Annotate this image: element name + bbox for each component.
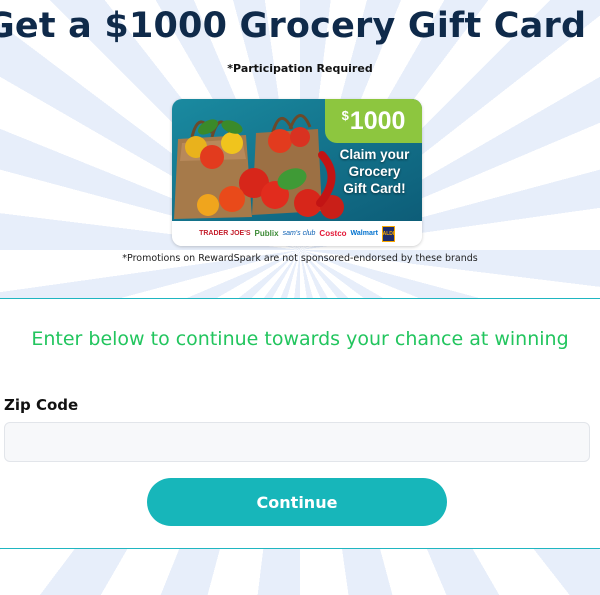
- brand-publix-logo: Publix: [254, 229, 279, 238]
- claim-line-3: Gift Card!: [343, 181, 406, 196]
- brands-disclaimer: *Promotions on RewardSpark are not spons…: [122, 253, 478, 264]
- gift-card-amount-badge: $1000: [325, 99, 422, 143]
- continue-button[interactable]: Continue: [147, 478, 447, 526]
- gift-card-image: $1000 Claim your Grocery Gift Card! TRAD…: [172, 99, 422, 246]
- zip-code-input[interactable]: [4, 422, 590, 462]
- brand-logos-strip: TRADER JOE'S Publix sam's club Costco Wa…: [172, 221, 422, 246]
- brand-trader-joes-logo: TRADER JOE'S: [199, 230, 251, 237]
- brand-aldi-logo: ALDI: [381, 225, 395, 242]
- participation-note: *Participation Required: [227, 62, 373, 75]
- currency-symbol: $: [341, 108, 349, 123]
- claim-line-2: Grocery: [348, 164, 401, 179]
- form-heading: Enter below to continue towards your cha…: [31, 328, 569, 350]
- brand-costco-logo: Costco: [319, 229, 347, 238]
- gift-card-amount: 1000: [349, 106, 406, 135]
- gift-card-claim-text: Claim your Grocery Gift Card!: [327, 146, 422, 197]
- page-headline: Get a $1000 Grocery Gift Card: [0, 6, 587, 46]
- zip-code-label: Zip Code: [4, 396, 79, 414]
- claim-line-1: Claim your: [339, 147, 410, 162]
- entry-form-panel: Enter below to continue towards your cha…: [0, 298, 600, 549]
- brand-sams-club-logo: sam's club: [282, 230, 316, 237]
- brand-walmart-logo: Walmart: [350, 230, 378, 237]
